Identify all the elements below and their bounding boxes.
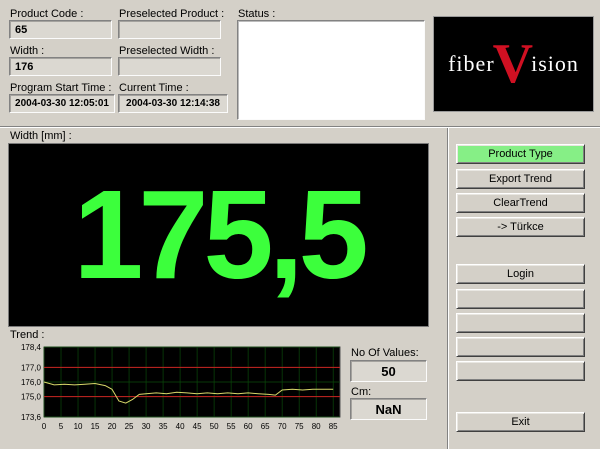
no-of-values-field[interactable]: 50: [350, 360, 427, 382]
preselected-product-label: Preselected Product :: [119, 8, 224, 20]
blank-button-2: [456, 313, 585, 333]
svg-text:60: 60: [244, 422, 253, 431]
export-trend-button[interactable]: Export Trend: [456, 169, 585, 189]
fibervision-logo: fiber V ision: [433, 16, 594, 112]
preselected-width-field[interactable]: [118, 57, 221, 76]
svg-text:173,6: 173,6: [21, 413, 42, 422]
svg-text:178,4: 178,4: [21, 343, 42, 352]
trend-chart: 0 5 10 15 20 25 30 35 40 45 50 55 60 65 70 75 80 85 178,4 1…: [6, 341, 346, 441]
program-start-time-value: 2004-03-30 12:05:01: [9, 94, 115, 113]
svg-text:177,0: 177,0: [21, 363, 42, 372]
width-mm-label: Width [mm] :: [10, 130, 72, 142]
login-button[interactable]: Login: [456, 264, 585, 284]
svg-text:30: 30: [142, 422, 151, 431]
current-time-label: Current Time :: [119, 82, 189, 94]
blank-button-1: [456, 289, 585, 309]
svg-text:65: 65: [261, 422, 270, 431]
width-field[interactable]: 176: [9, 57, 112, 76]
logo-red-v: V: [493, 39, 533, 89]
status-box: [237, 20, 425, 120]
product-type-button[interactable]: Product Type: [456, 144, 585, 164]
svg-text:50: 50: [210, 422, 219, 431]
exit-button[interactable]: Exit: [456, 412, 585, 432]
svg-text:40: 40: [176, 422, 185, 431]
svg-text:85: 85: [329, 422, 338, 431]
svg-text:5: 5: [59, 422, 64, 431]
width-display-value: 175,5: [73, 172, 363, 298]
trend-label: Trend :: [10, 329, 44, 341]
svg-text:70: 70: [278, 422, 287, 431]
svg-text:20: 20: [108, 422, 117, 431]
clear-trend-button[interactable]: ClearTrend: [456, 193, 585, 213]
svg-text:25: 25: [125, 422, 134, 431]
logo-text-ision: ision: [531, 51, 579, 77]
svg-text:176,0: 176,0: [21, 378, 42, 387]
svg-text:45: 45: [193, 422, 202, 431]
current-time-value: 2004-03-30 12:14:38: [118, 94, 228, 113]
svg-text:15: 15: [91, 422, 100, 431]
blank-button-4: [456, 361, 585, 381]
preselected-width-label: Preselected Width :: [119, 45, 214, 57]
product-code-label: Product Code :: [10, 8, 83, 20]
cm-value: NaN: [350, 398, 427, 420]
product-code-field[interactable]: 65: [9, 20, 112, 39]
horizontal-divider: [0, 126, 600, 128]
width-label: Width :: [10, 45, 44, 57]
svg-text:75: 75: [295, 422, 304, 431]
svg-text:35: 35: [159, 422, 168, 431]
vertical-divider: [447, 128, 449, 449]
cm-label: Cm:: [351, 386, 371, 398]
svg-text:80: 80: [312, 422, 321, 431]
logo-text-fiber: fiber: [448, 51, 495, 77]
status-label: Status :: [238, 8, 275, 20]
preselected-product-field[interactable]: [118, 20, 221, 39]
svg-text:175,0: 175,0: [21, 393, 42, 402]
svg-text:10: 10: [74, 422, 83, 431]
svg-text:0: 0: [42, 422, 47, 431]
fibervision-app: Product Code : 65 Preselected Product : …: [0, 0, 600, 449]
svg-text:55: 55: [227, 422, 236, 431]
blank-button-3: [456, 337, 585, 357]
turkce-button[interactable]: -> Türkce: [456, 217, 585, 237]
program-start-time-label: Program Start Time :: [10, 82, 111, 94]
width-display: 175,5: [8, 143, 429, 327]
no-of-values-label: No Of Values:: [351, 347, 419, 359]
